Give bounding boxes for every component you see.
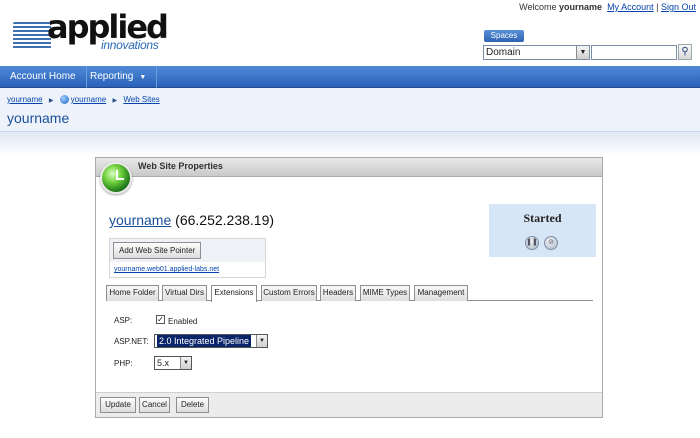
nav-reporting[interactable]: Reporting ▼ xyxy=(80,66,158,88)
asp-enabled-label: Enabled xyxy=(168,317,198,326)
chevron-down-icon[interactable]: ▼ xyxy=(576,46,589,59)
panel-title: Web Site Properties xyxy=(138,161,223,171)
applied-innovations-logo[interactable]: applied innovations xyxy=(13,10,169,56)
asp-enabled-checkbox[interactable]: ✓ xyxy=(156,315,165,324)
sign-out-link[interactable]: Sign Out xyxy=(661,2,696,12)
breadcrumb-item-web-sites[interactable]: Web Sites xyxy=(123,95,159,104)
php-select[interactable]: 5.x ▼ xyxy=(154,356,192,370)
tab-virtual-dirs[interactable]: Virtual Dirs xyxy=(162,285,207,301)
tabs: Home Folder Virtual Dirs Extensions Cust… xyxy=(106,285,593,302)
site-heading: yourname (66.252.238.19) xyxy=(109,212,274,228)
status-text: Started xyxy=(523,211,562,225)
tab-custom-errors[interactable]: Custom Errors xyxy=(261,285,317,301)
domain-select[interactable]: Domain ▼ xyxy=(483,45,590,60)
pointer-box: Add Web Site Pointer yourname.web01.appl… xyxy=(109,238,266,278)
pause-icon: ❚❚ xyxy=(526,239,538,246)
top-header: Welcome yourname My Account | Sign Out a… xyxy=(0,0,700,66)
chevron-down-icon[interactable]: ▼ xyxy=(256,335,267,347)
add-web-site-pointer-button[interactable]: Add Web Site Pointer xyxy=(113,242,202,259)
web-site-properties-panel: Web Site Properties yourname (66.252.238… xyxy=(95,157,603,418)
pointer-link[interactable]: yourname.web01.applied-labs.net xyxy=(114,266,219,273)
panel-header: Web Site Properties xyxy=(96,158,602,177)
panel-footer: Update Cancel Delete xyxy=(96,392,602,417)
main-nav: Account Home Reporting ▼ xyxy=(0,66,700,88)
web-site-clock-icon xyxy=(100,162,132,194)
breadcrumb-arrow-icon: ▶ xyxy=(48,98,54,104)
stop-button[interactable]: ⊘ xyxy=(544,236,558,250)
breadcrumb-item-account[interactable]: yourname xyxy=(7,95,43,104)
status-box: Started ❚❚ ⊘ xyxy=(489,204,596,257)
site-ip: (66.252.238.19) xyxy=(175,212,275,228)
stop-icon: ⊘ xyxy=(548,239,554,246)
link-separator: | xyxy=(656,2,659,12)
aspnet-select[interactable]: 2.0 Integrated Pipeline ▼ xyxy=(154,334,268,348)
php-label: PHP: xyxy=(114,359,133,368)
search-icon: ⚲ xyxy=(681,46,689,57)
nav-reporting-label: Reporting xyxy=(90,71,134,82)
welcome-prefix: Welcome xyxy=(519,2,557,12)
search-button[interactable]: ⚲ xyxy=(678,44,692,60)
logo-sub-text: innovations xyxy=(101,38,159,52)
caret-down-icon: ▼ xyxy=(139,74,147,81)
tab-management[interactable]: Management xyxy=(414,285,468,301)
logo-stripes-icon xyxy=(13,22,51,50)
search-input[interactable] xyxy=(591,45,677,60)
cancel-button[interactable]: Cancel xyxy=(139,397,170,413)
spaces-label: Spaces xyxy=(484,30,524,42)
domain-select-value: Domain xyxy=(486,47,521,58)
tab-mime-types[interactable]: MIME Types xyxy=(360,285,410,301)
nav-account-home-label: Account Home xyxy=(10,71,76,82)
asp-label: ASP: xyxy=(114,316,133,325)
page-header: yourname ▶ yourname ▶ Web Sites yourname xyxy=(0,88,700,132)
tab-extensions[interactable]: Extensions xyxy=(211,285,257,302)
my-account-link[interactable]: My Account xyxy=(607,2,654,12)
site-name-link[interactable]: yourname xyxy=(109,212,171,228)
page-title: yourname xyxy=(7,110,70,126)
nav-account-home[interactable]: Account Home xyxy=(0,66,87,88)
delete-button[interactable]: Delete xyxy=(176,397,209,413)
globe-icon xyxy=(59,95,69,104)
breadcrumb: yourname ▶ yourname ▶ Web Sites xyxy=(7,95,160,104)
header-fade xyxy=(0,132,700,156)
welcome-username: yourname xyxy=(559,2,603,12)
tab-home-folder[interactable]: Home Folder xyxy=(106,285,159,301)
user-links: Welcome yourname My Account | Sign Out xyxy=(519,2,696,12)
update-button[interactable]: Update xyxy=(100,397,136,413)
breadcrumb-item-space[interactable]: yourname xyxy=(71,95,107,104)
tab-headers[interactable]: Headers xyxy=(320,285,356,301)
chevron-down-icon[interactable]: ▼ xyxy=(180,357,191,369)
pause-button[interactable]: ❚❚ xyxy=(525,236,539,250)
aspnet-label: ASP.NET: xyxy=(114,337,149,346)
breadcrumb-arrow-icon: ▶ xyxy=(112,98,118,104)
aspnet-select-value: 2.0 Integrated Pipeline xyxy=(157,335,252,347)
php-select-value: 5.x xyxy=(157,358,170,368)
